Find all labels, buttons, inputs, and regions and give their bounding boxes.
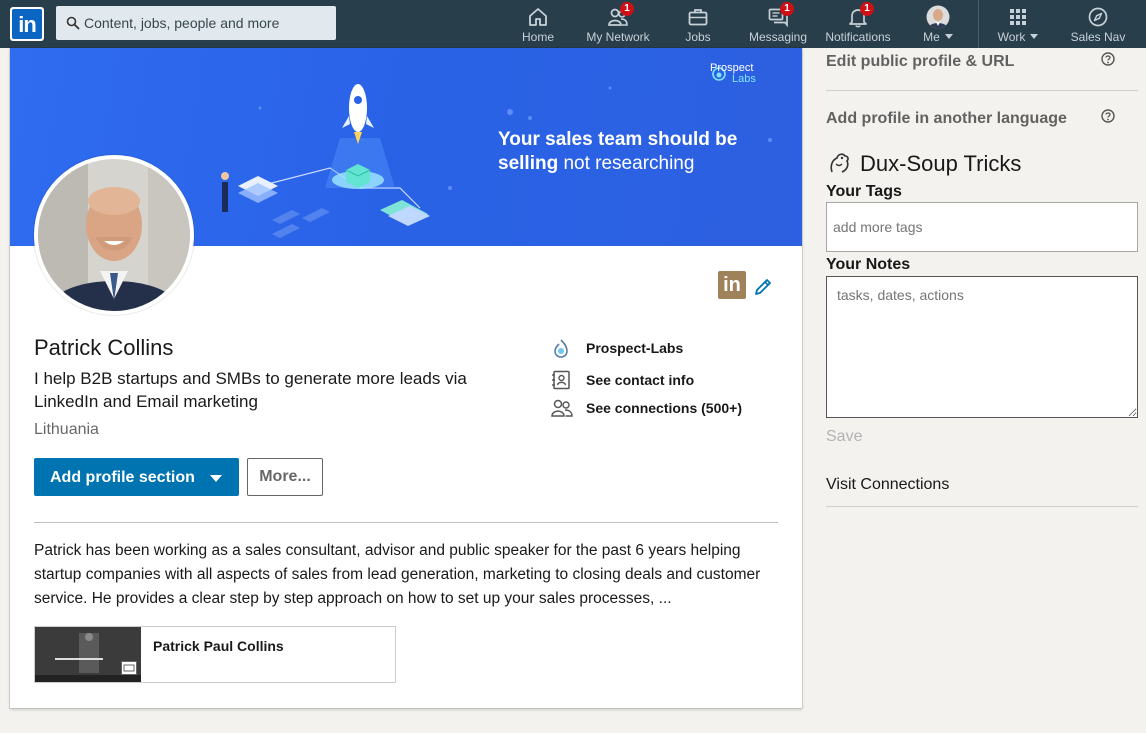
nav-notifications[interactable]: 1 Notifications: [820, 0, 896, 48]
nav-work-label: Work: [992, 30, 1044, 44]
linkedin-badge-glyph: in: [723, 274, 741, 296]
nav-work[interactable]: Work: [992, 0, 1044, 48]
search-bar: [56, 6, 336, 40]
nav-jobs[interactable]: Jobs: [672, 0, 724, 48]
banner-line2: selling not researching: [498, 152, 737, 176]
profile-name: Patrick Collins: [34, 335, 174, 360]
banner-light-words: not researching: [563, 153, 695, 174]
messaging-badge: 1: [780, 2, 794, 16]
notifications-badge: 1: [860, 2, 874, 16]
add-profile-section-label: Add profile section: [50, 469, 195, 486]
nav-jobs-label: Jobs: [685, 30, 711, 44]
help-icon[interactable]: [1101, 109, 1115, 123]
chevron-down-icon: [210, 475, 222, 482]
contact-card-icon: [552, 370, 570, 390]
tags-input[interactable]: [826, 202, 1138, 252]
nav-me-text: Me: [923, 30, 940, 44]
chevron-down-icon: [1030, 34, 1039, 39]
contact-info-label: See contact info: [586, 372, 695, 388]
grid-icon: [1010, 9, 1026, 25]
profile-summary[interactable]: Patrick has been working as a sales cons…: [34, 539, 782, 611]
search-icon: [66, 16, 80, 30]
featured-media[interactable]: Patrick Paul Collins: [34, 626, 396, 683]
profile-photo[interactable]: [34, 155, 194, 315]
company-logo-icon: [554, 339, 568, 358]
profile-card: Prospect Labs Your sales team should be …: [10, 48, 802, 708]
nav-my-network-label: My Network: [586, 30, 650, 44]
banner-bold-word: selling: [498, 153, 559, 174]
edit-public-profile-link[interactable]: Edit public profile & URL: [826, 53, 1014, 71]
nav-home-label: Home: [521, 30, 554, 44]
me-avatar: [926, 5, 950, 29]
nav-notifications-label: Notifications: [825, 30, 891, 44]
media-thumbnail: [35, 627, 141, 682]
banner-headline: Your sales team should be selling not re…: [498, 128, 737, 176]
dux-soup-icon: [830, 153, 849, 173]
connections-icon: [551, 399, 573, 417]
banner-brand: Prospect Labs: [710, 63, 756, 85]
tags-label: Your Tags: [826, 183, 902, 200]
save-button[interactable]: Save: [826, 428, 862, 446]
nav-sales-nav-label: Sales Nav: [1070, 30, 1126, 44]
rail-divider: [826, 506, 1138, 507]
media-title: Patrick Paul Collins: [153, 638, 284, 654]
help-icon[interactable]: [1101, 52, 1115, 66]
connections-label: See connections (500+): [586, 400, 743, 416]
nav-work-text: Work: [997, 30, 1026, 44]
edit-pencil-icon[interactable]: [752, 276, 774, 298]
add-profile-section-button[interactable]: Add profile section: [34, 458, 239, 496]
company-name: Prospect-Labs: [586, 340, 684, 356]
search-input[interactable]: [84, 6, 329, 40]
more-button[interactable]: More...: [247, 458, 323, 496]
media-type-icon: [121, 661, 137, 675]
linkedin-logo[interactable]: in: [10, 7, 44, 41]
nav-messaging[interactable]: 1 Messaging: [744, 0, 812, 48]
nav-divider: [978, 0, 979, 48]
nav-me-label: Me: [912, 30, 964, 44]
add-language-profile-link[interactable]: Add profile in another language: [826, 110, 1067, 128]
section-divider: [34, 522, 778, 523]
nav-home[interactable]: Home: [512, 0, 564, 48]
network-badge: 1: [620, 2, 634, 16]
visit-connections-link[interactable]: Visit Connections: [826, 476, 949, 494]
profile-location: Lithuania: [34, 421, 99, 438]
notes-label: Your Notes: [826, 256, 911, 273]
linkedin-badge-icon[interactable]: in: [718, 271, 746, 299]
notes-textarea[interactable]: [826, 276, 1138, 418]
nav-my-network[interactable]: 1 My Network: [582, 0, 654, 48]
dux-soup-title: Dux-Soup Tricks: [860, 151, 1022, 176]
linkedin-logo-icon: in: [12, 9, 42, 39]
top-nav: in Home 1 My Network Jobs: [0, 0, 1146, 48]
nav-sales-nav[interactable]: Sales Nav: [1064, 0, 1132, 48]
nav-messaging-label: Messaging: [748, 30, 808, 44]
chevron-down-icon: [944, 34, 953, 39]
banner-line1: Your sales team should be: [498, 129, 738, 150]
profile-photo-image: [38, 159, 190, 311]
rail-divider: [826, 90, 1138, 91]
home-icon: [529, 8, 547, 26]
nav-me[interactable]: Me: [912, 0, 964, 48]
briefcase-icon: [688, 9, 708, 26]
compass-icon: [1088, 7, 1108, 27]
profile-headline: I help B2B startups and SMBs to generate…: [34, 369, 467, 411]
banner-brand-line2: Labs: [732, 73, 756, 85]
